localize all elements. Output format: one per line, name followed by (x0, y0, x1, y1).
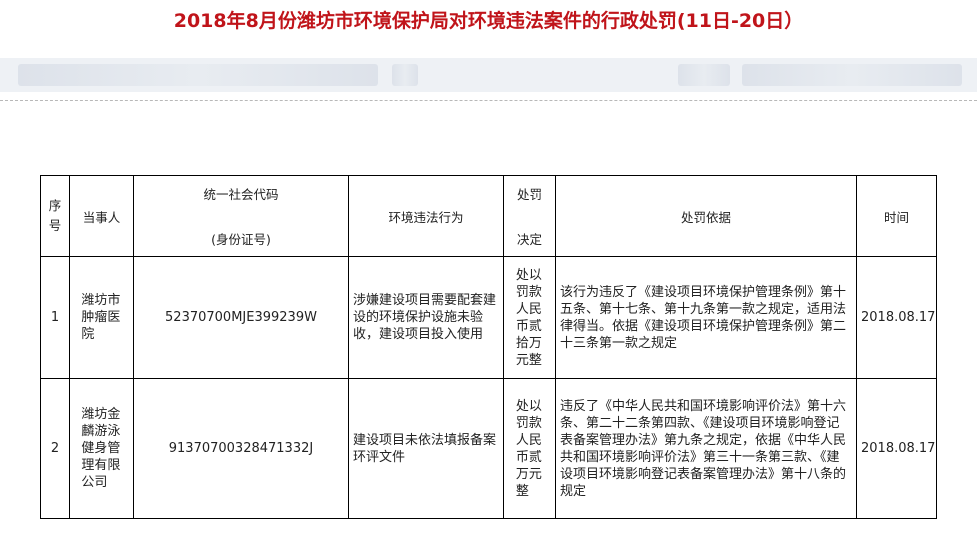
row-time: 2018.08.17 (856, 256, 937, 379)
blurred-meta-right-2 (742, 64, 962, 86)
header-behavior: 环境违法行为 (348, 175, 504, 257)
row-punishment: 处以罚款人民币贰万元整 (503, 378, 556, 519)
row-party: 潍坊市肿瘤医院 (69, 256, 134, 379)
row-behavior: 建设项目未依法填报备案环评文件 (348, 378, 504, 519)
blurred-meta-right-1 (678, 64, 730, 86)
header-basis: 处罚依据 (555, 175, 857, 257)
header-punishment: 处罚 决定 (503, 175, 556, 257)
blurred-meta-mid (392, 64, 418, 86)
row-behavior: 涉嫌建设项目需要配套建设的环境保护设施未验收，建设项目投入使用 (348, 256, 504, 379)
row-index: 2 (40, 378, 70, 519)
row-code: 52370700MJE399239W (133, 256, 349, 379)
separator-line (0, 100, 977, 101)
meta-info-bar (0, 58, 977, 92)
header-time: 时间 (856, 175, 937, 257)
row-basis: 该行为违反了《建设项目环境保护管理条例》第十五条、第十七条、第十九条第一款之规定… (555, 256, 857, 379)
header-party: 当事人 (69, 175, 134, 257)
penalty-table: 序号 当事人 统一社会代码 (身份证号) 环境违法行为 处罚 决定 处罚依据 时… (40, 175, 937, 519)
header-index: 序号 (40, 175, 70, 257)
table-row: 2 潍坊金麟游泳健身管理有限公司 91370700328471332J 建设项目… (40, 378, 937, 519)
table-row: 1 潍坊市肿瘤医院 52370700MJE399239W 涉嫌建设项目需要配套建… (40, 256, 937, 379)
row-basis: 违反了《中华人民共和国环境影响评价法》第十六条、第二十二条第四款、《建设项目环境… (555, 378, 857, 519)
row-punishment: 处以罚款人民币贰拾万元整 (503, 256, 556, 379)
header-code: 统一社会代码 (身份证号) (133, 175, 349, 257)
row-party: 潍坊金麟游泳健身管理有限公司 (69, 378, 134, 519)
row-index: 1 (40, 256, 70, 379)
table-header-row: 序号 当事人 统一社会代码 (身份证号) 环境违法行为 处罚 决定 处罚依据 时… (40, 175, 937, 257)
blurred-meta-left (18, 64, 378, 86)
row-time: 2018.08.17 (856, 378, 937, 519)
page-title: 2018年8月份潍坊市环境保护局对环境违法案件的行政处罚(11日-20日） (173, 10, 804, 32)
row-code: 91370700328471332J (133, 378, 349, 519)
